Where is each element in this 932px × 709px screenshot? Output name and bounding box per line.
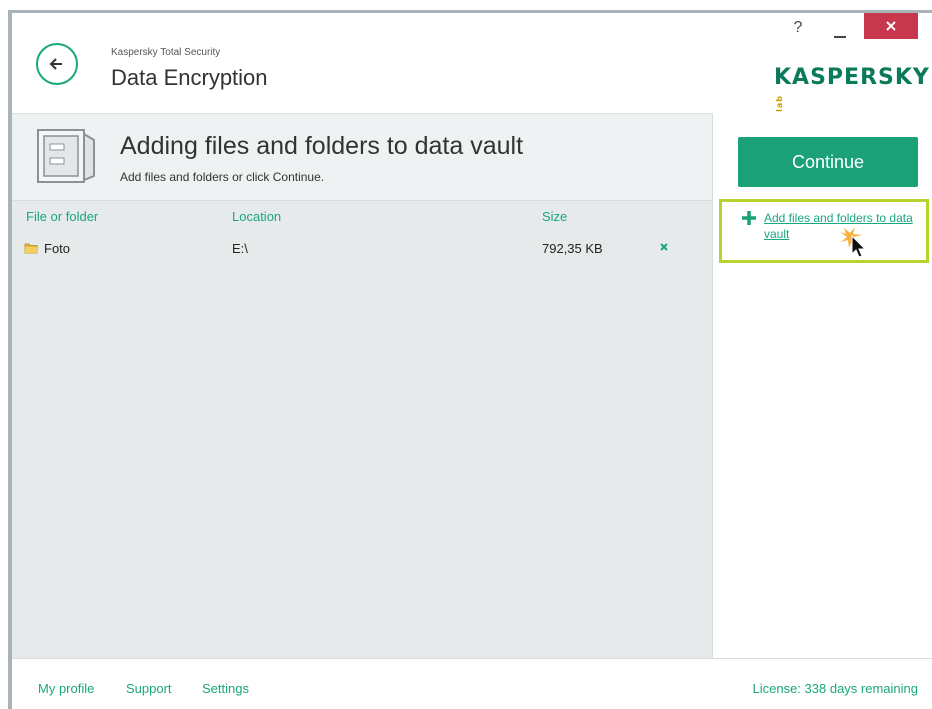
- vault-icon: [37, 129, 95, 183]
- vault-header: Adding files and folders to data vault A…: [12, 113, 712, 200]
- column-header-location[interactable]: Location: [232, 209, 281, 224]
- row-location: E:\: [232, 241, 248, 256]
- app-name: Kaspersky Total Security: [111, 47, 221, 58]
- table-row[interactable]: Foto E:\ 792,35 KB: [12, 237, 712, 261]
- continue-button[interactable]: Continue: [738, 137, 918, 187]
- back-button[interactable]: [36, 43, 78, 85]
- license-status[interactable]: License: 338 days remaining: [753, 681, 919, 696]
- mouse-cursor-icon: [840, 227, 867, 258]
- logo-text: KASPERSKY: [774, 65, 930, 90]
- row-size: 792,35 KB: [542, 241, 603, 256]
- remove-icon[interactable]: [656, 239, 672, 255]
- row-name: Foto: [44, 241, 71, 256]
- logo-lab: lab: [775, 94, 784, 112]
- vault-title: Adding files and folders to data vault: [120, 132, 524, 160]
- close-button[interactable]: [864, 13, 918, 39]
- header: Kaspersky Total Security Data Encryption…: [12, 13, 932, 113]
- app-window: Kaspersky Total Security Data Encryption…: [8, 10, 932, 709]
- footer: My profile Support Settings License: 338…: [12, 658, 932, 709]
- folder-icon: [24, 243, 38, 254]
- add-files-highlight: Add files and folders to data vault: [719, 199, 929, 263]
- column-header-file[interactable]: File or folder: [26, 209, 98, 224]
- table-header: File or folder Location Size: [12, 201, 712, 231]
- column-header-size[interactable]: Size: [542, 209, 567, 224]
- kaspersky-logo: KASPERSKY lab: [774, 65, 932, 115]
- close-icon: [886, 21, 896, 31]
- minimize-button[interactable]: [828, 19, 852, 41]
- plus-icon[interactable]: [740, 209, 758, 227]
- vault-subtitle: Add files and folders or click Continue.: [120, 170, 325, 184]
- settings-link[interactable]: Settings: [202, 681, 249, 696]
- my-profile-link[interactable]: My profile: [38, 681, 94, 696]
- help-button[interactable]: ?: [788, 19, 808, 41]
- arrow-left-icon: [49, 58, 62, 70]
- support-link[interactable]: Support: [126, 681, 172, 696]
- file-table: File or folder Location Size Foto E:\ 79…: [12, 200, 712, 658]
- page-title: Data Encryption: [111, 65, 268, 90]
- right-panel: Continue Add files and folders to data v…: [712, 113, 932, 658]
